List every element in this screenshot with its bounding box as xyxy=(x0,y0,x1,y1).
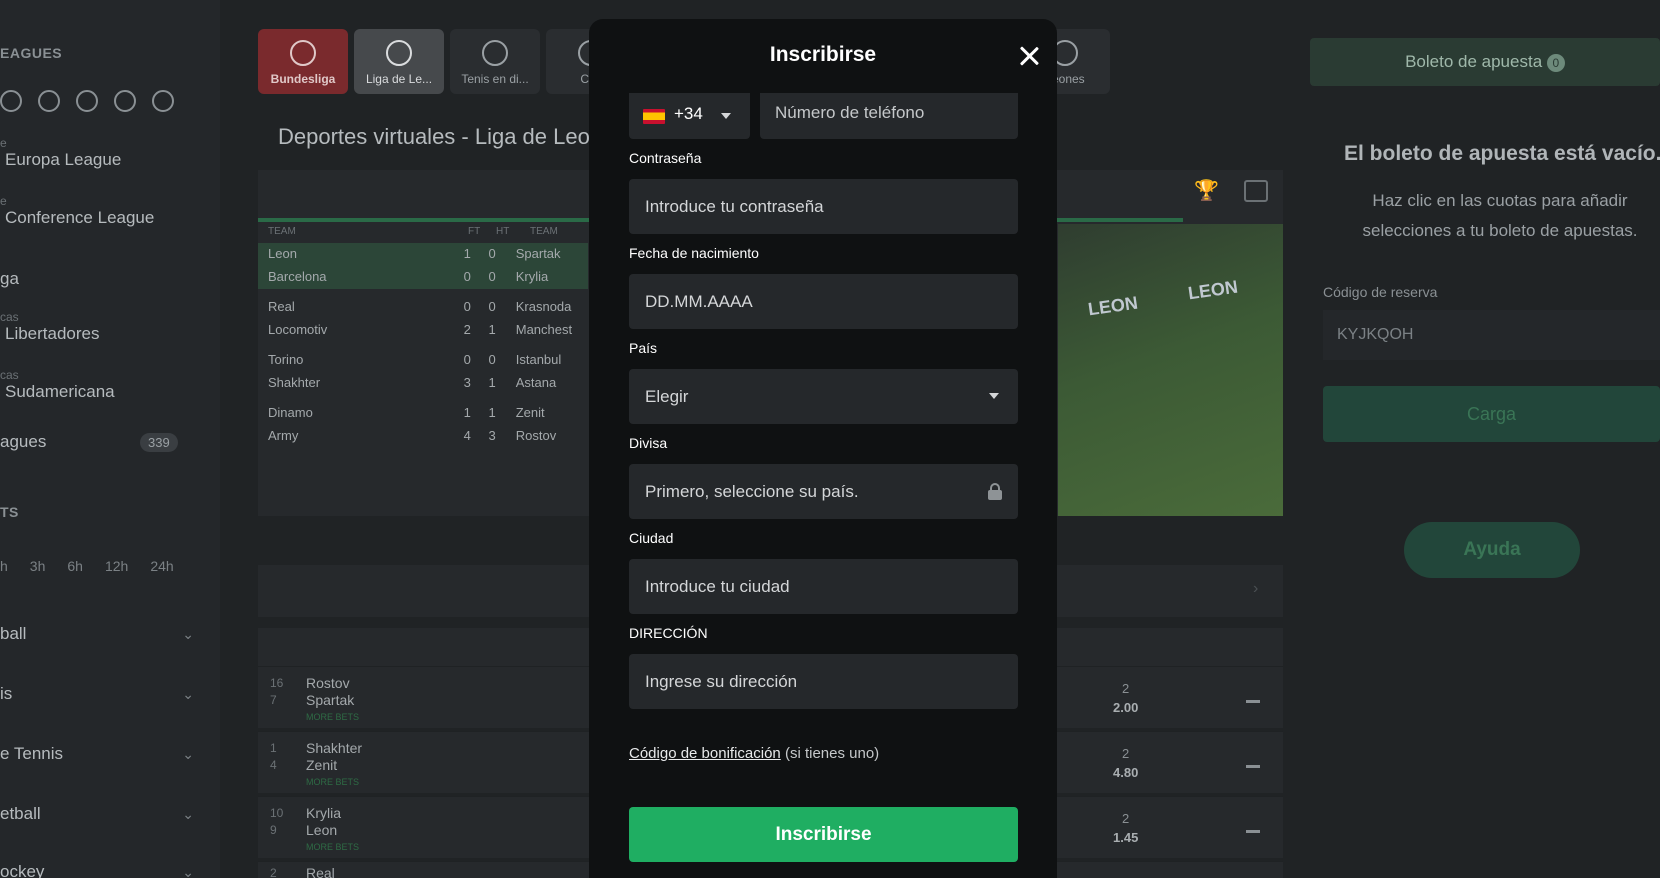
city-input[interactable]: Introduce tu ciudad xyxy=(629,559,1018,614)
spain-flag-icon xyxy=(643,109,665,124)
password-input[interactable]: Introduce tu contraseña xyxy=(629,179,1018,234)
currency-label: Divisa xyxy=(629,435,668,451)
signup-submit-button[interactable]: Inscribirse xyxy=(629,807,1018,862)
city-label: Ciudad xyxy=(629,530,674,546)
address-label: DIRECCIÓN xyxy=(629,625,708,641)
bonus-code-line: Código de bonificación (si tienes uno) xyxy=(629,745,879,762)
bonus-code-link[interactable]: Código de bonificación xyxy=(629,745,781,762)
caret-down-icon xyxy=(989,393,999,399)
currency-select: Primero, seleccione su país. xyxy=(629,464,1018,519)
country-select-value: Elegir xyxy=(645,387,689,406)
modal-title: Inscribirse xyxy=(769,43,877,66)
bonus-code-hint: (si tienes uno) xyxy=(780,745,880,762)
signup-modal: Inscribirse +34 Número de teléfono Contr… xyxy=(589,19,1057,878)
birthdate-input[interactable]: DD.MM.AAAA xyxy=(629,274,1018,329)
birthdate-label: Fecha de nacimiento xyxy=(629,245,759,261)
country-select[interactable]: Elegir xyxy=(629,369,1018,424)
country-code-value: +34 xyxy=(674,104,703,123)
password-label: Contraseña xyxy=(629,150,702,166)
close-icon[interactable] xyxy=(1017,44,1041,68)
phone-input[interactable]: Número de teléfono xyxy=(760,93,1018,139)
lock-icon xyxy=(988,483,1002,500)
caret-down-icon xyxy=(721,113,731,119)
currency-select-value: Primero, seleccione su país. xyxy=(645,482,859,501)
address-input[interactable]: Ingrese su dirección xyxy=(629,654,1018,709)
country-label: País xyxy=(629,340,658,356)
country-code-select[interactable]: +34 xyxy=(629,93,750,139)
